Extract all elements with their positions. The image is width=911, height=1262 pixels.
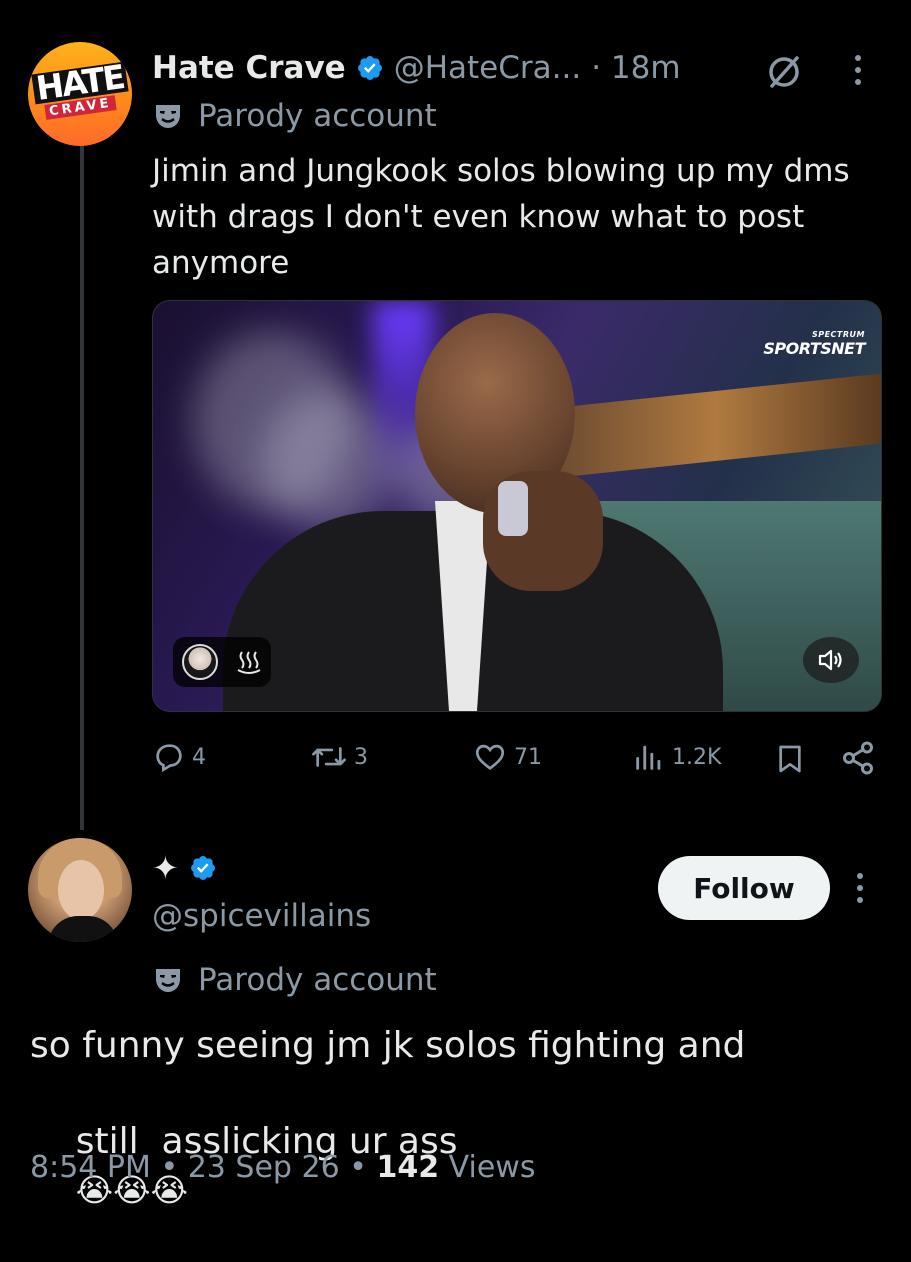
reply-action[interactable]: 4 xyxy=(152,740,206,774)
meta-separator: • xyxy=(349,1150,367,1185)
more-icon[interactable] xyxy=(852,870,868,906)
author-handle[interactable]: @HateCra... xyxy=(394,50,581,86)
vape-device xyxy=(498,481,528,536)
parody-mask-icon xyxy=(156,105,180,128)
reply-meta: 8:54 PM • 23 Sep 26 • 142 Views xyxy=(30,1150,535,1185)
verified-badge-icon xyxy=(190,856,215,880)
like-icon xyxy=(475,744,505,771)
grok-icon[interactable] xyxy=(764,52,804,92)
avatar-face xyxy=(58,860,104,920)
reply-parody-label: Parody account xyxy=(152,960,437,1000)
repost-count: 3 xyxy=(354,744,368,770)
tweet-time[interactable]: · 18m xyxy=(591,50,680,86)
tweet-text: Jimin and Jungkook solos blowing up my d… xyxy=(152,153,850,281)
broadcast-logo: SPECTRUM SPORTSNET xyxy=(763,330,865,359)
reply-parody-label-text: Parody account xyxy=(198,962,437,998)
hot-springs-icon xyxy=(237,651,260,674)
reply-icon xyxy=(156,744,182,773)
author-avatar[interactable]: HATE CRAVE xyxy=(28,42,132,146)
reply-count: 4 xyxy=(192,744,206,770)
verified-badge-icon xyxy=(357,56,382,80)
bookmark-icon[interactable] xyxy=(774,742,806,776)
sound-button[interactable] xyxy=(803,637,859,683)
views-icon xyxy=(636,745,661,770)
reply-text: so funny seeing jm jk solos fighting and… xyxy=(30,1022,890,1262)
views-count: 1.2K xyxy=(672,744,722,770)
meta-separator: • xyxy=(160,1150,179,1185)
overlay-avatar xyxy=(181,644,218,680)
sound-icon xyxy=(818,649,842,671)
repost-action[interactable]: 3 xyxy=(310,740,368,774)
reply-text-line-1: so funny seeing jm jk solos fighting and xyxy=(30,1025,746,1066)
broadcast-logo-big: SPORTSNET xyxy=(763,339,865,358)
reply-author-avatar[interactable] xyxy=(28,838,132,942)
repost-icon xyxy=(312,747,346,767)
reply-handle[interactable]: @spicevillains xyxy=(152,898,371,934)
set-backdrop xyxy=(551,373,881,479)
thread-connector-line xyxy=(80,140,84,830)
reply-views-count: 142 xyxy=(376,1150,440,1185)
share-icon[interactable] xyxy=(840,740,876,776)
like-action[interactable]: 71 xyxy=(472,740,542,774)
broadcast-logo-small: SPECTRUM xyxy=(811,330,865,339)
reply-header: ✦ xyxy=(152,846,217,890)
parody-mask-icon xyxy=(156,969,180,992)
views-action[interactable]: 1.2K xyxy=(632,740,721,774)
parody-label: Parody account xyxy=(152,96,437,136)
reply-views-label: Views xyxy=(448,1150,536,1185)
more-icon[interactable] xyxy=(850,52,866,88)
video-overlay-chip[interactable] xyxy=(173,637,271,687)
reply-timestamp[interactable]: 8:54 PM xyxy=(30,1150,151,1185)
follow-button[interactable]: Follow xyxy=(658,856,830,920)
author-display-name[interactable]: Hate Crave xyxy=(152,50,346,86)
avatar-clothing xyxy=(48,916,118,942)
reply-date[interactable]: 23 Sep 26 xyxy=(188,1150,340,1185)
tweet-header: Hate Crave @HateCra... · 18m xyxy=(152,46,681,90)
reply-display-name[interactable]: ✦ xyxy=(152,849,179,887)
parody-label-text: Parody account xyxy=(198,98,437,134)
video-player[interactable]: SPECTRUM SPORTSNET xyxy=(152,300,882,712)
like-count: 71 xyxy=(514,744,542,770)
